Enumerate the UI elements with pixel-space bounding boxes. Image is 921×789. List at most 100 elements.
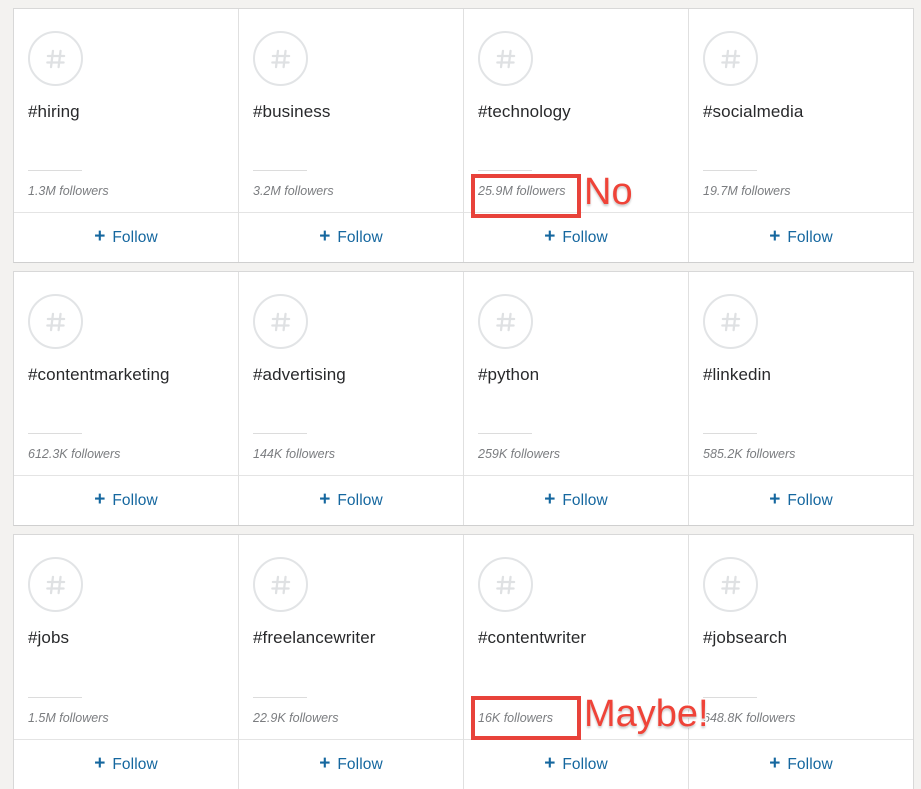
hashtag-name: #hiring — [28, 102, 80, 121]
plus-icon: + — [319, 753, 331, 774]
plus-icon: + — [769, 226, 781, 247]
plus-icon: + — [319, 226, 331, 247]
hashtag-icon — [253, 31, 308, 86]
followers-count: 648.8K followers — [703, 711, 796, 725]
hashtag-card-body: #python 259K followers — [464, 272, 688, 475]
followers-count: 612.3K followers — [28, 447, 121, 461]
hashtag-meta: 648.8K followers — [703, 697, 893, 725]
hashtag-card[interactable]: #technology 25.9M followers + Follow — [464, 9, 689, 262]
hashtag-icon — [478, 557, 533, 612]
hashtag-meta: 612.3K followers — [28, 433, 218, 461]
hashtag-card-body: #advertising 144K followers — [239, 272, 463, 475]
hashtag-card-body: #business 3.2M followers — [239, 9, 463, 212]
follow-button-label: Follow — [787, 755, 833, 773]
hashtag-name: #socialmedia — [703, 102, 804, 121]
hashtag-card[interactable]: #socialmedia 19.7M followers + Follow — [689, 9, 913, 262]
follow-button[interactable]: + Follow — [464, 212, 688, 262]
hashtag-meta: 3.2M followers — [253, 170, 443, 198]
plus-icon: + — [769, 489, 781, 510]
follow-button-label: Follow — [562, 228, 608, 246]
followers-count: 585.2K followers — [703, 447, 796, 461]
hashtag-icon — [28, 557, 83, 612]
hashtag-icon — [28, 294, 83, 349]
plus-icon: + — [544, 753, 556, 774]
hashtag-row: #contentmarketing 612.3K followers + Fol… — [13, 271, 914, 526]
hashtag-card-body: #contentwriter 16K followers — [464, 535, 688, 739]
follow-button[interactable]: + Follow — [239, 739, 463, 789]
follow-button[interactable]: + Follow — [14, 739, 238, 789]
hashtag-meta: 22.9K followers — [253, 697, 443, 725]
follow-button-label: Follow — [337, 491, 383, 509]
hashtag-meta: 144K followers — [253, 433, 443, 461]
hashtag-row: #hiring 1.3M followers + Follow #busines… — [13, 8, 914, 263]
meta-divider — [253, 433, 307, 434]
hashtag-meta: 259K followers — [478, 433, 668, 461]
hashtag-name: #freelancewriter — [253, 628, 376, 647]
meta-divider — [478, 170, 532, 171]
hashtag-card[interactable]: #business 3.2M followers + Follow — [239, 9, 464, 262]
plus-icon: + — [94, 489, 106, 510]
hashtag-icon — [703, 557, 758, 612]
followers-count: 1.5M followers — [28, 711, 109, 725]
follow-button[interactable]: + Follow — [689, 475, 913, 525]
meta-divider — [28, 697, 82, 698]
follow-button[interactable]: + Follow — [14, 212, 238, 262]
hashtag-meta: 16K followers — [478, 697, 668, 725]
followers-count: 25.9M followers — [478, 184, 566, 198]
hashtag-card[interactable]: #contentwriter 16K followers + Follow — [464, 535, 689, 789]
hashtag-name: #jobsearch — [703, 628, 788, 647]
meta-divider — [478, 433, 532, 434]
hashtag-card[interactable]: #advertising 144K followers + Follow — [239, 272, 464, 525]
plus-icon: + — [544, 489, 556, 510]
follow-button-label: Follow — [112, 228, 158, 246]
hashtag-name: #business — [253, 102, 331, 121]
meta-divider — [703, 170, 757, 171]
follow-button[interactable]: + Follow — [464, 739, 688, 789]
followers-count: 3.2M followers — [253, 184, 334, 198]
hashtag-card[interactable]: #jobsearch 648.8K followers + Follow — [689, 535, 913, 789]
hashtag-card-body: #technology 25.9M followers — [464, 9, 688, 212]
hashtag-card[interactable]: #contentmarketing 612.3K followers + Fol… — [14, 272, 239, 525]
follow-button-label: Follow — [787, 491, 833, 509]
hashtag-icon — [703, 31, 758, 86]
hashtag-card-body: #jobs 1.5M followers — [14, 535, 238, 739]
plus-icon: + — [319, 489, 331, 510]
hashtag-icon — [703, 294, 758, 349]
follow-button-label: Follow — [787, 228, 833, 246]
hashtag-card-body: #socialmedia 19.7M followers — [689, 9, 913, 212]
hashtag-card-body: #jobsearch 648.8K followers — [689, 535, 913, 739]
follow-button[interactable]: + Follow — [239, 475, 463, 525]
follow-button[interactable]: + Follow — [14, 475, 238, 525]
followers-count: 144K followers — [253, 447, 335, 461]
hashtag-card[interactable]: #jobs 1.5M followers + Follow — [14, 535, 239, 789]
followers-count: 16K followers — [478, 711, 554, 725]
hashtag-card-body: #freelancewriter 22.9K followers — [239, 535, 463, 739]
hashtag-meta: 19.7M followers — [703, 170, 893, 198]
follow-button[interactable]: + Follow — [689, 212, 913, 262]
hashtag-icon — [28, 31, 83, 86]
follow-button[interactable]: + Follow — [464, 475, 688, 525]
hashtag-name: #contentmarketing — [28, 365, 170, 384]
hashtag-icon — [253, 557, 308, 612]
meta-divider — [28, 170, 82, 171]
hashtag-name: #linkedin — [703, 365, 772, 384]
hashtag-card[interactable]: #python 259K followers + Follow — [464, 272, 689, 525]
hashtag-card-body: #contentmarketing 612.3K followers — [14, 272, 238, 475]
plus-icon: + — [94, 226, 106, 247]
hashtag-meta: 1.5M followers — [28, 697, 218, 725]
follow-button[interactable]: + Follow — [239, 212, 463, 262]
plus-icon: + — [769, 753, 781, 774]
hashtag-card[interactable]: #hiring 1.3M followers + Follow — [14, 9, 239, 262]
follow-button[interactable]: + Follow — [689, 739, 913, 789]
hashtag-card[interactable]: #freelancewriter 22.9K followers + Follo… — [239, 535, 464, 789]
plus-icon: + — [544, 226, 556, 247]
hashtag-row: #jobs 1.5M followers + Follow #freelance… — [13, 534, 914, 789]
hashtag-name: #advertising — [253, 365, 346, 384]
hashtag-name: #jobs — [28, 628, 70, 647]
hashtag-icon — [478, 31, 533, 86]
followers-count: 259K followers — [478, 447, 560, 461]
meta-divider — [253, 170, 307, 171]
hashtag-name: #technology — [478, 102, 571, 121]
hashtag-card[interactable]: #linkedin 585.2K followers + Follow — [689, 272, 913, 525]
hashtag-grid-page: #hiring 1.3M followers + Follow #busines… — [0, 0, 921, 789]
